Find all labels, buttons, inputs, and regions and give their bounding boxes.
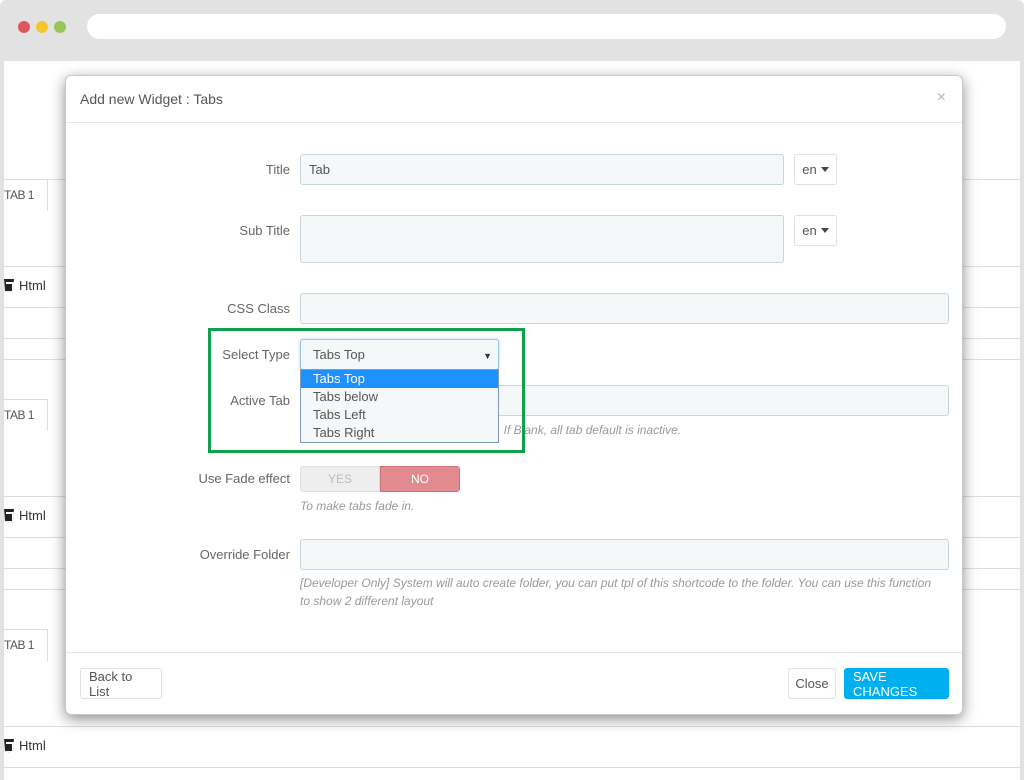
select-type-options: Tabs Top Tabs below Tabs Left Tabs Right	[300, 369, 499, 443]
bg-tab-1[interactable]: TAB 1	[4, 179, 48, 211]
dropdown-arrow-icon: ▼	[483, 351, 492, 361]
override-folder-help: [Developer Only] System will auto create…	[300, 576, 932, 608]
save-changes-button[interactable]: SAVE CHANGES	[844, 668, 949, 699]
html5-icon	[4, 508, 14, 523]
override-folder-input[interactable]	[300, 539, 949, 570]
window-controls	[18, 21, 66, 33]
title-input[interactable]: Tab	[300, 154, 784, 185]
fade-effect-toggle[interactable]: YES NO	[300, 466, 460, 492]
bg-html-widget[interactable]: Html	[4, 508, 46, 523]
option-tabs-right[interactable]: Tabs Right	[301, 424, 498, 442]
active-tab-label: Active Tab	[230, 393, 290, 408]
modal-title: Add new Widget : Tabs	[80, 91, 223, 107]
title-language-button[interactable]: en	[794, 154, 837, 185]
address-bar[interactable]	[87, 14, 1006, 39]
sub-title-language-button[interactable]: en	[794, 215, 837, 246]
fade-yes-option[interactable]: YES	[300, 466, 380, 492]
select-type-dropdown[interactable]: Tabs Top ▼	[300, 339, 499, 370]
fade-no-option[interactable]: NO	[380, 466, 460, 492]
override-folder-label: Override Folder	[199, 547, 290, 562]
bg-tab-1[interactable]: TAB 1	[4, 629, 48, 661]
title-label: Title	[265, 162, 290, 177]
html5-icon	[4, 278, 14, 293]
modal-footer: Back to List Close SAVE CHANGES	[66, 652, 962, 714]
back-to-list-button[interactable]: Back to List	[80, 668, 162, 699]
css-class-input[interactable]	[300, 293, 949, 324]
option-tabs-left[interactable]: Tabs Left	[301, 406, 498, 424]
option-tabs-below[interactable]: Tabs below	[301, 388, 498, 406]
active-tab-help: . If Blank, all tab default is inactive.	[497, 423, 682, 437]
sub-title-textarea[interactable]	[300, 215, 784, 263]
bg-html-widget[interactable]: Html	[4, 738, 46, 753]
css-class-label: CSS Class	[227, 301, 290, 316]
bg-divider	[4, 726, 1020, 727]
fade-effect-label: Use Fade effect	[198, 471, 290, 486]
modal-header: Add new Widget : Tabs ×	[66, 76, 962, 123]
caret-down-icon	[820, 228, 829, 233]
window-close-dot[interactable]	[18, 21, 30, 33]
html5-icon	[4, 738, 14, 753]
fade-effect-help: To make tabs fade in.	[300, 499, 415, 513]
add-widget-modal: Add new Widget : Tabs × Title Tab en Sub…	[65, 75, 963, 715]
bg-tab-1[interactable]: TAB 1	[4, 399, 48, 431]
window-minimize-dot[interactable]	[36, 21, 48, 33]
select-type-label: Select Type	[222, 347, 290, 362]
option-tabs-top[interactable]: Tabs Top	[301, 370, 498, 388]
close-icon[interactable]: ×	[937, 89, 946, 107]
window-maximize-dot[interactable]	[54, 21, 66, 33]
close-button[interactable]: Close	[788, 668, 836, 699]
bg-html-widget[interactable]: Html	[4, 278, 46, 293]
sub-title-label: Sub Title	[239, 223, 290, 238]
caret-down-icon	[820, 167, 829, 172]
bg-divider	[4, 767, 1020, 768]
